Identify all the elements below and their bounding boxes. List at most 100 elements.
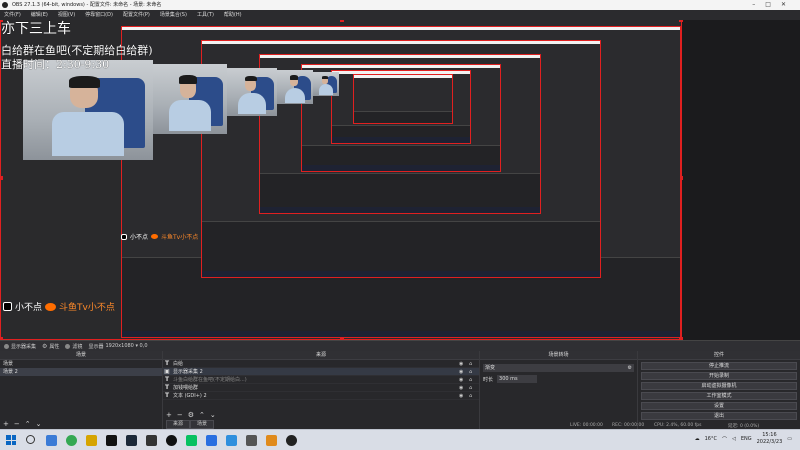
- clock-time: 15:16: [762, 432, 777, 438]
- lock-icon[interactable]: ⌂: [469, 377, 479, 383]
- menu-profile[interactable]: 配置文件(P): [123, 10, 150, 20]
- note-icon[interactable]: [266, 435, 277, 446]
- steam-icon[interactable]: [126, 435, 137, 446]
- sources-list: T 白给 ◉ ⌂ ▣ 显示器采集 2 ◉ ⌂ T 斗鱼白给群在鱼吧(不定期给白...) ◉ ⌂ T 加钱喂…: [163, 360, 479, 400]
- remove-icon[interactable]: −: [14, 420, 20, 428]
- source-item[interactable]: T 白给 ◉ ⌂: [163, 360, 479, 368]
- scene-item[interactable]: 场景: [0, 360, 162, 368]
- virtual-camera-button[interactable]: 启动虚拟摄像机: [641, 382, 797, 390]
- maximize-icon[interactable]: □: [765, 1, 781, 8]
- menu-tools[interactable]: 工具(T): [197, 10, 214, 20]
- preview-canvas[interactable]: 亦下三上车 白给群在鱼吧(不定期给白给群) 直播时间：2:30-9:30 小不点…: [0, 20, 683, 340]
- resize-handle[interactable]: [340, 20, 344, 22]
- scene-item[interactable]: 场景 2: [0, 368, 162, 376]
- resize-handle[interactable]: [679, 20, 683, 22]
- source-name: 显示器采集 2: [173, 369, 203, 375]
- minimize-icon[interactable]: –: [752, 1, 765, 8]
- weather-icon[interactable]: ☁: [695, 436, 700, 442]
- source-item[interactable]: T 文本 (GDI+) 2 ◉ ⌂: [163, 392, 479, 400]
- move-up-icon[interactable]: ⌃: [199, 411, 205, 419]
- resize-handle[interactable]: [0, 176, 3, 180]
- remove-icon[interactable]: −: [177, 411, 183, 419]
- obs-icon[interactable]: [286, 435, 297, 446]
- add-icon[interactable]: +: [3, 420, 9, 428]
- add-icon[interactable]: +: [166, 411, 172, 419]
- tab-sources[interactable]: 来源: [166, 420, 191, 429]
- lock-icon[interactable]: ⌂: [469, 393, 479, 399]
- filters-button[interactable]: 滤镜: [65, 343, 82, 350]
- mail-icon[interactable]: [206, 435, 217, 446]
- start-icon[interactable]: [6, 435, 16, 445]
- source-item[interactable]: ▣ 显示器采集 2 ◉ ⌂: [163, 368, 479, 376]
- stop-streaming-button[interactable]: 停止推流: [641, 362, 797, 370]
- studio-mode-button[interactable]: 工作室模式: [641, 392, 797, 400]
- sticker-tag: 斗鱼Tv小不点: [161, 234, 199, 241]
- menu-view[interactable]: 视图(V): [58, 10, 75, 20]
- gear-icon[interactable]: ⚙: [188, 411, 194, 419]
- source-item[interactable]: T 斗鱼白给群在鱼吧(不定期给白...) ◉ ⌂: [163, 376, 479, 384]
- title-bar: OBS 27.1.3 (64-bit, windows) - 配置文件: 未命名…: [0, 0, 800, 10]
- tab-scenes[interactable]: 场景: [190, 420, 215, 429]
- scenes-dock: 场景 场景 场景 2 + − ⌃ ⌄: [0, 351, 163, 429]
- source-name: 加钱喂给群: [173, 385, 199, 391]
- eye-icon[interactable]: ◉: [459, 369, 469, 375]
- source-name: 文本 (GDI+) 2: [173, 393, 207, 399]
- source-item[interactable]: T 加钱喂给群 ◉ ⌂: [163, 384, 479, 392]
- gear-icon[interactable]: ⚙: [628, 364, 632, 372]
- eye-icon[interactable]: ◉: [459, 377, 469, 383]
- display-select[interactable]: 显示器 1920x1080 ▾ 0,0: [88, 343, 147, 350]
- eye-icon[interactable]: ◉: [459, 361, 469, 367]
- notification-icon[interactable]: ▭: [787, 436, 792, 442]
- source-type-icon: T: [164, 392, 170, 399]
- settings-button[interactable]: 设置: [641, 402, 797, 410]
- source-type-icon: T: [164, 376, 170, 383]
- status-rec: REC: 00:00:00: [612, 423, 645, 428]
- move-down-icon[interactable]: ⌄: [210, 411, 216, 419]
- menu-help[interactable]: 帮助(H): [224, 10, 242, 20]
- menu-docks[interactable]: 停靠窗口(D): [85, 10, 113, 20]
- check-icon[interactable]: [226, 435, 237, 446]
- close-icon[interactable]: ✕: [781, 1, 796, 8]
- chrome-icon[interactable]: [66, 435, 77, 446]
- game-icon[interactable]: [86, 435, 97, 446]
- exit-button[interactable]: 退出: [641, 412, 797, 420]
- menu-scene-collection[interactable]: 场景集合(S): [160, 10, 187, 20]
- network-icon[interactable]: ⌒: [722, 436, 727, 443]
- widgets-icon[interactable]: [46, 435, 57, 446]
- source-type-icon: T: [164, 360, 170, 367]
- lock-icon[interactable]: ⌂: [469, 369, 479, 375]
- source-name: 白给: [173, 361, 184, 367]
- preview-area[interactable]: 亦下三上车 白给群在鱼吧(不定期给白给群) 直播时间：2:30-9:30 小不点…: [0, 20, 800, 340]
- clock[interactable]: 15:16 2022/3/23: [757, 432, 783, 446]
- properties-button[interactable]: ⚙ 属性: [42, 343, 59, 350]
- menu-file[interactable]: 文件(F): [4, 10, 21, 20]
- eye-icon[interactable]: ◉: [459, 393, 469, 399]
- search-icon[interactable]: [26, 435, 35, 444]
- menu-edit[interactable]: 编辑(E): [31, 10, 48, 20]
- qq-icon[interactable]: [106, 435, 117, 446]
- source-name: 斗鱼白给群在鱼吧(不定期给白...): [173, 377, 247, 383]
- app-icon[interactable]: [246, 435, 257, 446]
- volume-icon[interactable]: ◁: [732, 436, 736, 442]
- controls-header: 控件: [638, 351, 800, 360]
- webcam-feed: [153, 64, 227, 134]
- clock-date: 2022/3/23: [756, 439, 783, 445]
- lock-icon[interactable]: ⌂: [469, 385, 479, 391]
- duration-input[interactable]: 300 ms: [497, 375, 538, 383]
- wechat-icon[interactable]: [186, 435, 197, 446]
- move-up-icon[interactable]: ⌃: [25, 420, 31, 428]
- brand-icon[interactable]: [146, 435, 157, 446]
- move-down-icon[interactable]: ⌄: [36, 420, 42, 428]
- sources-tabs: 来源 场景: [166, 420, 215, 429]
- language-indicator[interactable]: ENG: [741, 436, 752, 442]
- source-toolbar: 显示器采集 ⚙ 属性 滤镜 显示器 1920x1080 ▾ 0,0: [0, 340, 800, 351]
- weather-temp[interactable]: 16°C: [705, 436, 717, 442]
- lock-icon[interactable]: ⌂: [469, 361, 479, 367]
- sources-dock: 来源 T 白给 ◉ ⌂ ▣ 显示器采集 2 ◉ ⌂ T 斗鱼白给群在鱼吧(不定期给白...) ◉ ⌂ T…: [163, 351, 480, 429]
- transition-select[interactable]: 渐变 ⚙: [483, 364, 634, 372]
- window-title: OBS 27.1.3 (64-bit, windows) - 配置文件: 未命名…: [12, 2, 162, 8]
- eye-icon[interactable]: ◉: [459, 385, 469, 391]
- tiktok-icon: [121, 233, 127, 240]
- app-g-icon[interactable]: [166, 435, 177, 446]
- start-recording-button[interactable]: 开始录制: [641, 372, 797, 380]
